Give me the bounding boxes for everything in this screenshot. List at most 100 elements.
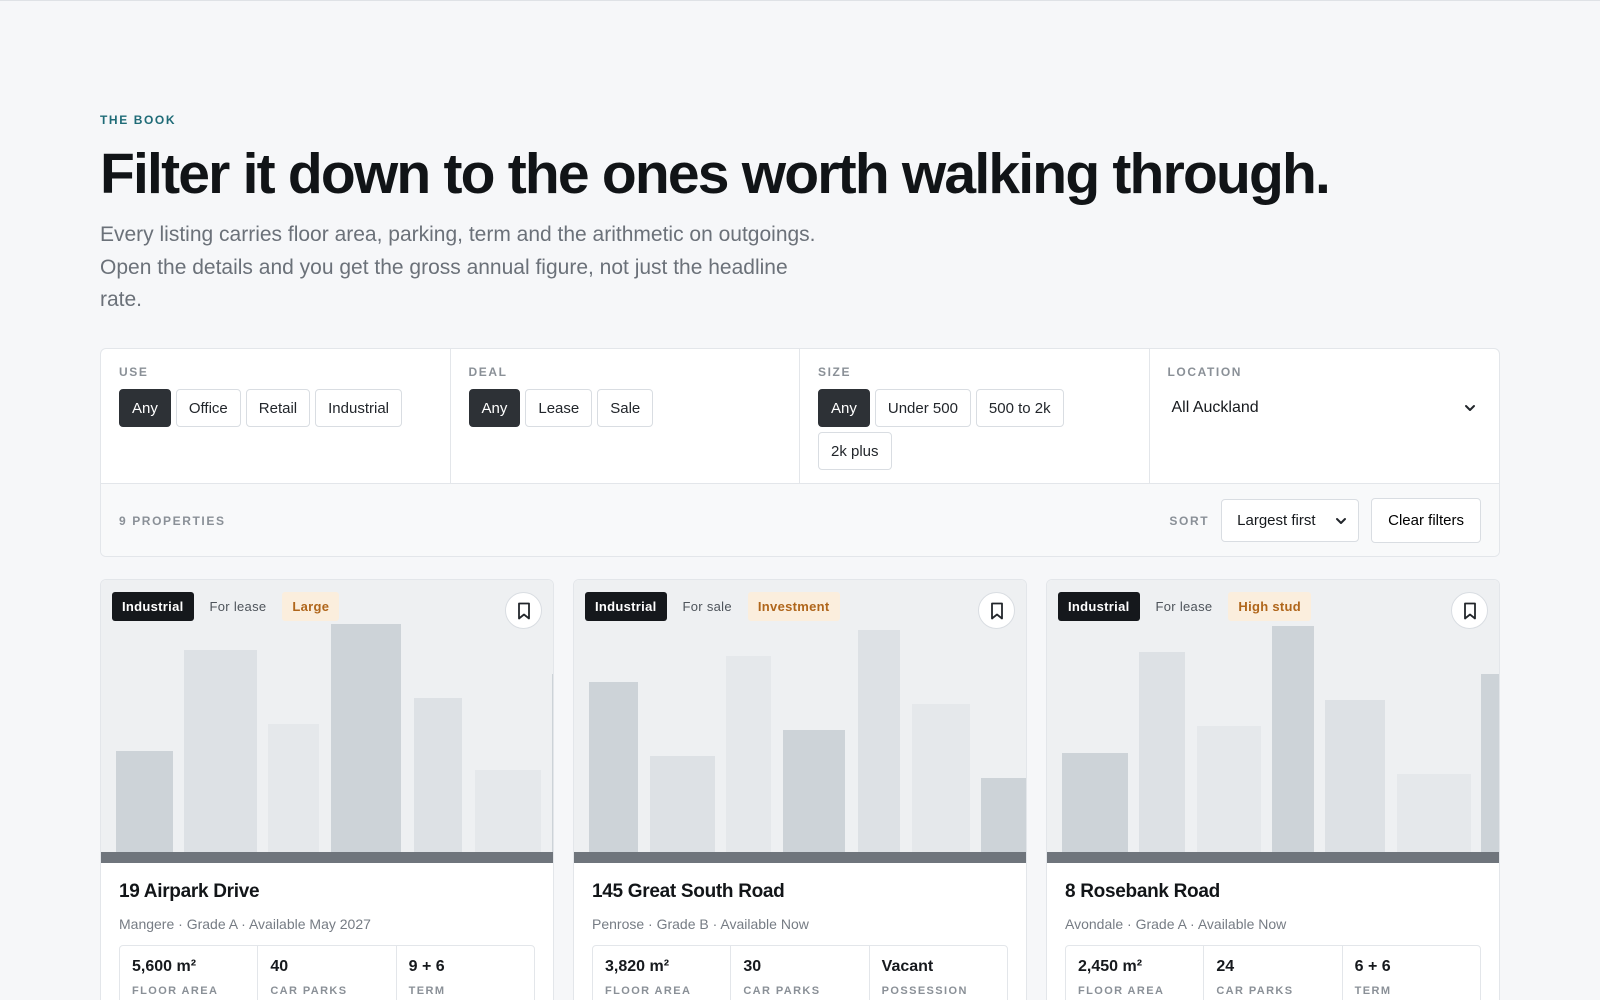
- chevron-down-icon: [1465, 405, 1475, 411]
- stat-value: 6 + 6: [1354, 958, 1391, 975]
- property-meta: Avondale · Grade A · Available Now: [1065, 916, 1287, 932]
- property-stats: 5,600 m² FLOOR AREA 40 CAR PARKS 9 + 6 T…: [119, 945, 535, 1000]
- bookmark-button[interactable]: [505, 592, 542, 629]
- property-card[interactable]: Industrial For lease High stud 8 Roseban…: [1046, 579, 1500, 1000]
- stat-term: 6 + 6 TERM: [1343, 946, 1480, 1000]
- stat-value: 3,820 m²: [605, 958, 670, 975]
- sort-select[interactable]: Largest first: [1221, 499, 1360, 542]
- location-value: All Auckland: [1171, 399, 1259, 416]
- filter-groups: USE Any Office Retail Industrial DEAL An…: [101, 349, 1499, 484]
- bookmark-button[interactable]: [978, 592, 1015, 629]
- ground-line: [101, 852, 553, 863]
- use-tag: Industrial: [585, 592, 667, 621]
- use-chip-any[interactable]: Any: [119, 389, 171, 427]
- filter-panel: USE Any Office Retail Industrial DEAL An…: [100, 348, 1500, 557]
- filter-group-location: LOCATION All Auckland: [1150, 349, 1500, 483]
- clear-filters-button[interactable]: Clear filters: [1371, 498, 1481, 543]
- filter-label-location: LOCATION: [1167, 365, 1243, 379]
- property-image: Industrial For sale Investment: [574, 580, 1026, 863]
- stat-value: 9 + 6: [408, 958, 445, 975]
- stat-label: TERM: [1354, 985, 1392, 997]
- deal-chip-any[interactable]: Any: [468, 389, 521, 427]
- ground-line: [574, 852, 1026, 863]
- stat-value: 40: [270, 958, 289, 975]
- stat-label: TERM: [408, 985, 446, 997]
- property-meta: Penrose · Grade B · Available Now: [592, 916, 809, 932]
- deal-chip-sale[interactable]: Sale: [597, 389, 654, 427]
- property-stats: 3,820 m² FLOOR AREA 30 CAR PARKS Vacant …: [592, 945, 1008, 1000]
- stat-value: Vacant: [881, 958, 934, 975]
- property-stats: 2,450 m² FLOOR AREA 24 CAR PARKS 6 + 6 T…: [1065, 945, 1481, 1000]
- use-chip-retail[interactable]: Retail: [245, 389, 311, 427]
- filter-label-use: USE: [119, 365, 149, 379]
- location-select[interactable]: All Auckland: [1168, 389, 1482, 427]
- filter-group-use: USE Any Office Retail Industrial: [101, 349, 451, 483]
- bookmark-button[interactable]: [1451, 592, 1488, 629]
- feature-tag: High stud: [1228, 592, 1312, 621]
- use-tag: Industrial: [1058, 592, 1140, 621]
- filter-group-size: SIZE Any Under 500 500 to 2k 2k plus: [800, 349, 1150, 483]
- use-tag: Industrial: [112, 592, 194, 621]
- use-chip-office[interactable]: Office: [175, 389, 241, 427]
- tag-row: Industrial For lease Large: [112, 592, 340, 621]
- stat-value: 30: [743, 958, 762, 975]
- sort-value: Largest first: [1237, 512, 1316, 529]
- size-chip-2k-plus[interactable]: 2k plus: [818, 432, 892, 470]
- property-address[interactable]: 145 Great South Road: [592, 881, 1008, 903]
- filter-group-deal: DEAL Any Lease Sale: [451, 349, 800, 483]
- feature-tag: Investment: [747, 592, 840, 621]
- property-card[interactable]: Industrial For lease Large 19 Airpark Dr…: [100, 579, 554, 1000]
- stat-value: 24: [1216, 958, 1235, 975]
- stat-car-parks: 30 CAR PARKS: [731, 946, 870, 1000]
- filter-label-size: SIZE: [818, 365, 852, 379]
- property-meta: Mangere · Grade A · Available May 2027: [119, 916, 371, 932]
- stat-label: FLOOR AREA: [1078, 985, 1165, 997]
- property-card[interactable]: Industrial For sale Investment 145 Great…: [573, 579, 1027, 1000]
- stat-floor-area: 5,600 m² FLOOR AREA: [120, 946, 259, 1000]
- bookmark-icon: [1463, 602, 1476, 619]
- stat-term: 9 + 6 TERM: [397, 946, 534, 1000]
- stat-value: 5,600 m²: [132, 958, 197, 975]
- tag-row: Industrial For sale Investment: [585, 592, 840, 621]
- chevron-down-icon: [1336, 517, 1347, 524]
- size-chip-500-to-2k[interactable]: 500 to 2k: [975, 389, 1064, 427]
- filter-label-deal: DEAL: [468, 365, 508, 379]
- stat-floor-area: 3,820 m² FLOOR AREA: [593, 946, 732, 1000]
- skyline-illustration: [1062, 626, 1499, 852]
- stat-possession: Vacant POSSESSION: [870, 946, 1007, 1000]
- skyline-illustration: [589, 630, 1026, 852]
- stat-label: FLOOR AREA: [605, 985, 692, 997]
- stat-value: 2,450 m²: [1078, 958, 1143, 975]
- stat-label: FLOOR AREA: [132, 985, 219, 997]
- size-chip-any[interactable]: Any: [818, 389, 870, 427]
- bookmark-icon: [517, 602, 530, 619]
- stat-label: POSSESSION: [881, 985, 968, 997]
- sort-label: SORT: [1169, 513, 1210, 528]
- property-image: Industrial For lease Large: [101, 580, 553, 863]
- use-chip-industrial[interactable]: Industrial: [315, 389, 402, 427]
- bookmark-icon: [990, 602, 1003, 619]
- property-card-grid: Industrial For lease Large 19 Airpark Dr…: [100, 579, 1500, 1000]
- stat-floor-area: 2,450 m² FLOOR AREA: [1066, 946, 1205, 1000]
- results-count: 9 PROPERTIES: [119, 513, 226, 528]
- deal-chip-lease[interactable]: Lease: [525, 389, 593, 427]
- stat-car-parks: 24 CAR PARKS: [1204, 946, 1343, 1000]
- stat-car-parks: 40 CAR PARKS: [258, 946, 397, 1000]
- property-address[interactable]: 8 Rosebank Road: [1065, 881, 1481, 903]
- section-eyebrow: THE BOOK: [100, 113, 177, 127]
- skyline-illustration: [116, 624, 553, 852]
- property-image: Industrial For lease High stud: [1047, 580, 1499, 863]
- ground-line: [1047, 852, 1499, 863]
- results-bar: 9 PROPERTIES SORT Largest first Clear fi…: [101, 484, 1499, 556]
- stat-label: CAR PARKS: [743, 985, 821, 997]
- deal-tag: For lease: [209, 599, 267, 614]
- property-address[interactable]: 19 Airpark Drive: [119, 881, 535, 903]
- size-chip-under-500[interactable]: Under 500: [874, 389, 971, 427]
- feature-tag: Large: [282, 592, 340, 621]
- deal-tag: For lease: [1155, 599, 1213, 614]
- stat-label: CAR PARKS: [270, 985, 348, 997]
- top-divider: [0, 0, 1600, 1]
- page-title: Filter it down to the ones worth walking…: [100, 142, 1331, 206]
- tag-row: Industrial For lease High stud: [1058, 592, 1312, 621]
- deal-tag: For sale: [682, 599, 732, 614]
